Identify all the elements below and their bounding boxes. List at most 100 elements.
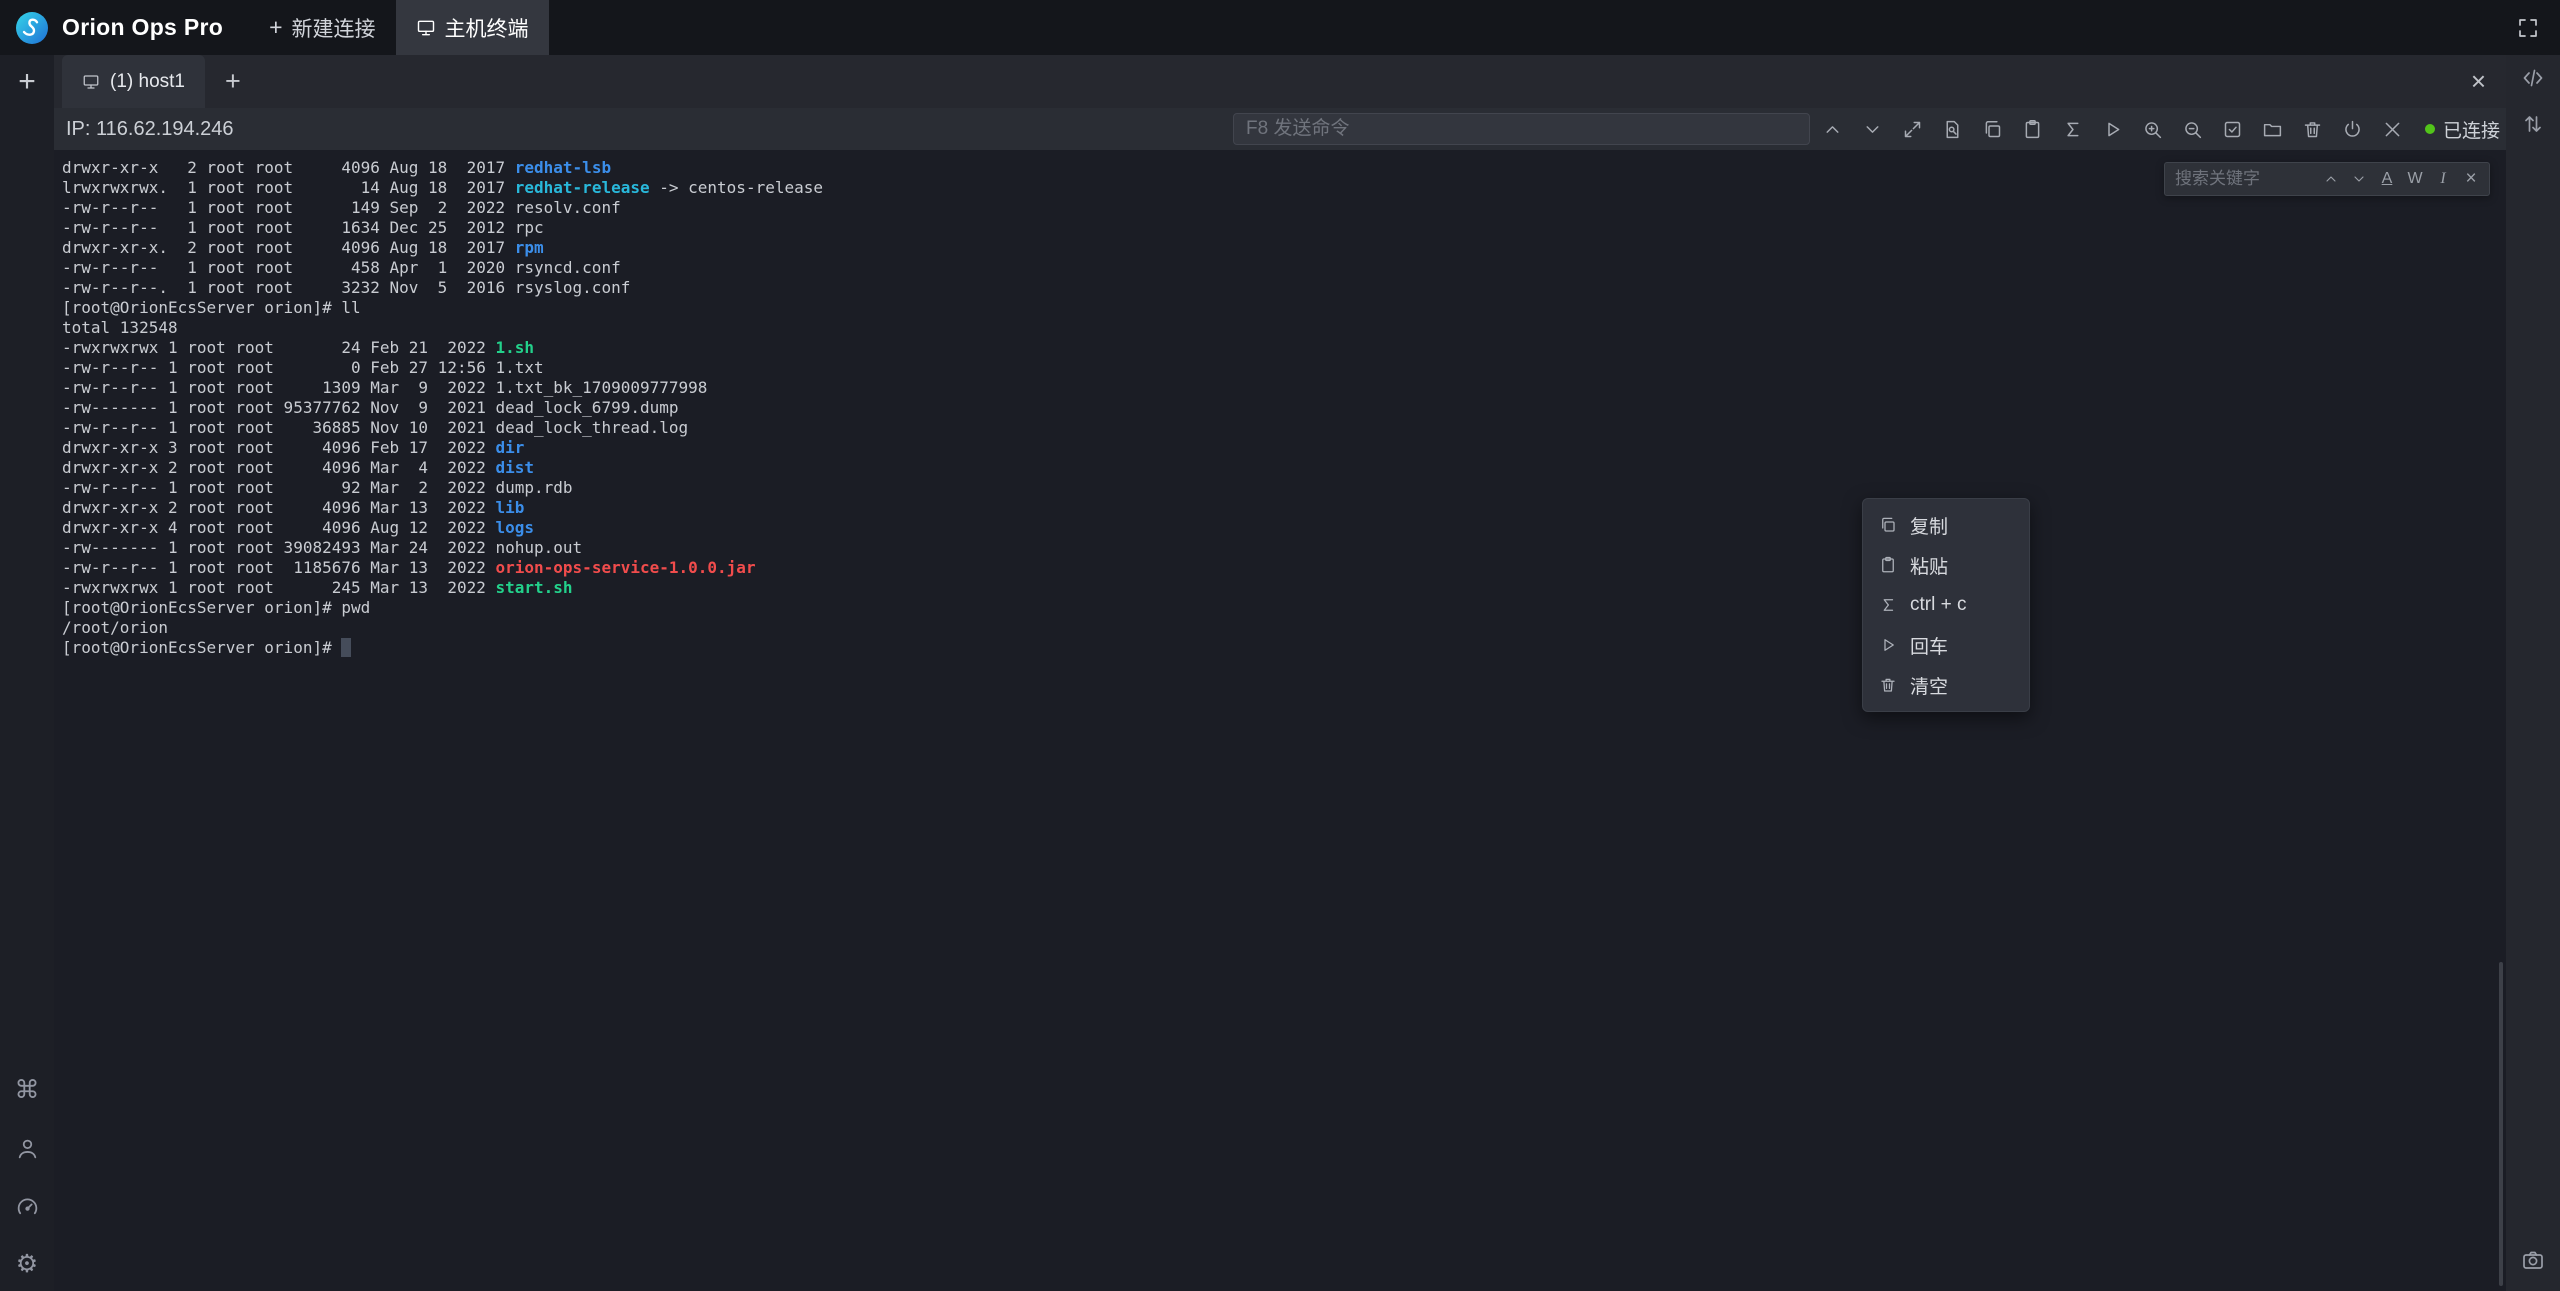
terminal-line: -rw-r--r-- 1 root root 149 Sep 2 2022 re… xyxy=(62,198,2506,218)
code-icon xyxy=(2521,66,2545,90)
new-tab-button[interactable]: + xyxy=(225,66,241,97)
terminal-line: -rwxrwxrwx 1 root root 24 Feb 21 2022 1.… xyxy=(62,338,2506,358)
user-button[interactable] xyxy=(12,1133,42,1163)
toolbar-icons: 已连接 xyxy=(1821,108,2500,150)
context-paste[interactable]: 粘贴 xyxy=(1863,545,2029,585)
gauge-icon xyxy=(15,1194,40,1219)
terminal-line: -rw------- 1 root root 39082493 Mar 24 2… xyxy=(62,538,2506,558)
paste-button[interactable] xyxy=(2021,117,2045,141)
app-window: Orion Ops Pro + 新建连接 主机终端 + ⌘ ⚙ xyxy=(0,0,2560,1291)
camera-icon xyxy=(2521,1248,2545,1272)
command-shortcuts-button[interactable]: ⌘ xyxy=(12,1075,42,1105)
context-clear[interactable]: 清空 xyxy=(1863,665,2029,705)
terminal-tab-strip: (1) host1 + × xyxy=(54,55,2506,108)
match-case-button[interactable]: A xyxy=(2375,167,2399,191)
sort-arrows-icon xyxy=(2521,112,2545,136)
paste-icon xyxy=(1879,556,1897,574)
screenshot-button[interactable] xyxy=(2506,1237,2560,1283)
terminal-screen[interactable]: drwxr-xr-x 2 root root 4096 Aug 18 2017 … xyxy=(54,150,2506,1291)
clear-screen-button[interactable] xyxy=(2301,117,2325,141)
sftp-files-button[interactable] xyxy=(2261,117,2285,141)
chevron-down-icon xyxy=(1862,119,1883,140)
top-bar: Orion Ops Pro + 新建连接 主机终端 xyxy=(0,0,2560,55)
terminal-line: -rw------- 1 root root 95377762 Nov 9 20… xyxy=(62,398,2506,418)
play-icon xyxy=(2102,119,2123,140)
trash-icon xyxy=(2302,119,2323,140)
terminal-line: lrwxrwxrwx. 1 root root 14 Aug 18 2017 r… xyxy=(62,178,2506,198)
plus-icon: + xyxy=(269,14,282,41)
close-icon xyxy=(2382,119,2403,140)
dashboard-button[interactable] xyxy=(12,1191,42,1221)
terminal-line: -rw-r--r-- 1 root root 1185676 Mar 13 20… xyxy=(62,558,2506,578)
close-all-button[interactable]: × xyxy=(2471,55,2486,108)
sigma-icon xyxy=(1879,596,1897,614)
ctrl-c-button[interactable] xyxy=(2061,117,2085,141)
add-session-button[interactable]: + xyxy=(0,55,54,108)
context-clear-label: 清空 xyxy=(1910,672,1948,699)
scroll-top-button[interactable] xyxy=(1821,117,1845,141)
tab-host1[interactable]: (1) host1 xyxy=(62,55,205,108)
terminal-line: -rw-r--r-- 1 root root 92 Mar 2 2022 dum… xyxy=(62,478,2506,498)
send-enter-button[interactable] xyxy=(2101,117,2125,141)
context-enter[interactable]: 回车 xyxy=(1863,625,2029,665)
terminal-line: -rwxrwxrwx 1 root root 245 Mar 13 2022 s… xyxy=(62,578,2506,598)
status-label: 已连接 xyxy=(2443,116,2500,143)
fullscreen-button[interactable] xyxy=(2516,16,2540,40)
whole-word-button[interactable]: W xyxy=(2403,167,2427,191)
paste-icon xyxy=(2022,119,2043,140)
open-fullscreen-button[interactable] xyxy=(1901,117,1925,141)
right-sidebar xyxy=(2506,55,2560,1291)
terminal-line: total 132548 xyxy=(62,318,2506,338)
context-ctrl-c[interactable]: ctrl + c xyxy=(1863,585,2029,625)
nav-host-terminal[interactable]: 主机终端 xyxy=(396,0,549,55)
chevron-down-icon xyxy=(2351,171,2367,187)
terminal-tab-icon xyxy=(82,73,100,91)
context-enter-label: 回车 xyxy=(1910,632,1948,659)
folder-icon xyxy=(2262,119,2283,140)
terminal-toolbar: IP: 116.62.194.246 已连 xyxy=(54,108,2506,150)
zoom-out-icon xyxy=(2182,119,2203,140)
search-next-button[interactable] xyxy=(2347,167,2371,191)
regex-button[interactable]: I xyxy=(2431,167,2455,191)
doc-search-icon xyxy=(1942,119,1963,140)
terminal-line: drwxr-xr-x 3 root root 4096 Feb 17 2022 … xyxy=(62,438,2506,458)
chevron-up-icon xyxy=(1822,119,1843,140)
terminal-context-menu: 复制 粘贴 ctrl + c 回车 清空 xyxy=(1862,498,2030,712)
check-square-icon xyxy=(2222,119,2243,140)
gear-icon: ⚙ xyxy=(16,1249,38,1279)
disconnect-button[interactable] xyxy=(2341,117,2365,141)
zoom-in-button[interactable] xyxy=(2141,117,2165,141)
terminal-line: -rw-r--r-- 1 root root 1309 Mar 9 2022 1… xyxy=(62,378,2506,398)
terminal-line: drwxr-xr-x 2 root root 4096 Mar 13 2022 … xyxy=(62,498,2506,518)
terminal-line: -rw-r--r-- 1 root root 36885 Nov 10 2021… xyxy=(62,418,2506,438)
code-panel-button[interactable] xyxy=(2506,55,2560,101)
settings-button[interactable]: ⚙ xyxy=(12,1249,42,1279)
status-dot xyxy=(2425,124,2435,134)
send-command-input[interactable] xyxy=(1233,113,1810,145)
connection-status: 已连接 xyxy=(2425,116,2500,143)
trash-icon xyxy=(1879,676,1897,694)
search-close-button[interactable]: × xyxy=(2459,167,2483,191)
terminal-scrollbar[interactable] xyxy=(2499,962,2503,1286)
search-prev-button[interactable] xyxy=(2319,167,2343,191)
terminal-line: drwxr-xr-x 2 root root 4096 Mar 4 2022 d… xyxy=(62,458,2506,478)
zoom-out-button[interactable] xyxy=(2181,117,2205,141)
new-connection-button[interactable]: + 新建连接 xyxy=(249,0,395,55)
select-mode-button[interactable] xyxy=(2221,117,2245,141)
app-title: Orion Ops Pro xyxy=(62,14,223,41)
terminal-line: [root@OrionEcsServer orion]# ll xyxy=(62,298,2506,318)
scroll-bottom-button[interactable] xyxy=(1861,117,1885,141)
zoom-in-icon xyxy=(2142,119,2163,140)
search-input[interactable] xyxy=(2175,169,2315,189)
context-copy[interactable]: 复制 xyxy=(1863,505,2029,545)
play-icon xyxy=(1879,636,1897,654)
copy-button[interactable] xyxy=(1981,117,2005,141)
sort-scroll-button[interactable] xyxy=(2506,101,2560,147)
close-terminal-button[interactable] xyxy=(2381,117,2405,141)
search-in-terminal-button[interactable] xyxy=(1941,117,1965,141)
command-icon: ⌘ xyxy=(15,1075,40,1105)
terminal-line: -rw-r--r-- 1 root root 458 Apr 1 2020 rs… xyxy=(62,258,2506,278)
chevron-up-icon xyxy=(2323,171,2339,187)
terminal-output: drwxr-xr-x 2 root root 4096 Aug 18 2017 … xyxy=(62,158,2506,658)
power-icon xyxy=(2342,119,2363,140)
